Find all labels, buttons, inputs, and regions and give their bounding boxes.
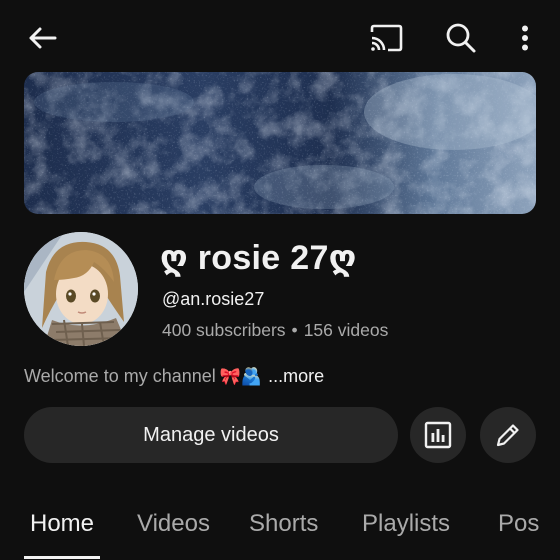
channel-name: ღ rosie 27ღ	[160, 239, 357, 277]
search-icon	[446, 23, 476, 53]
channel-tabs: Home Videos Shorts Playlists Pos	[0, 500, 560, 560]
search-button[interactable]	[440, 17, 482, 59]
cast-button[interactable]	[364, 18, 408, 58]
tab-videos[interactable]: Videos	[137, 510, 210, 538]
more-link[interactable]: ...more	[268, 366, 324, 386]
back-button[interactable]	[22, 18, 62, 58]
channel-avatar[interactable]	[24, 232, 138, 346]
bar-chart-icon	[424, 421, 452, 449]
banner-image	[24, 72, 536, 214]
description-text: Welcome to my channel	[24, 366, 216, 386]
description-emoji: 🎀🫂	[219, 367, 263, 386]
analytics-button[interactable]	[410, 407, 466, 463]
cast-icon	[370, 24, 403, 52]
tab-playlists[interactable]: Playlists	[362, 510, 450, 538]
stats-separator: •	[291, 320, 298, 340]
channel-handle: @an.rosie27	[162, 289, 265, 309]
more-options-button[interactable]	[510, 18, 540, 58]
manage-videos-button[interactable]: Manage videos	[24, 407, 398, 463]
arrow-left-icon	[29, 27, 57, 49]
tab-shorts[interactable]: Shorts	[249, 510, 318, 538]
tab-home[interactable]: Home	[30, 510, 94, 538]
top-app-bar	[0, 0, 560, 72]
subscriber-count: 400 subscribers	[162, 320, 286, 340]
channel-stats: 400 subscribers • 156 videos	[162, 320, 388, 341]
pencil-icon	[496, 424, 519, 447]
video-count: 156 videos	[303, 320, 389, 340]
avatar-image	[24, 232, 138, 346]
channel-description[interactable]: Welcome to my channel 🎀🫂 ...more	[24, 366, 324, 387]
more-vertical-icon	[522, 25, 528, 51]
channel-page: ღ rosie 27ღ @an.rosie27 400 subscribers •…	[0, 0, 560, 560]
active-tab-indicator	[24, 556, 100, 559]
tab-posts[interactable]: Pos	[498, 510, 539, 538]
channel-banner[interactable]	[24, 72, 536, 214]
edit-channel-button[interactable]	[480, 407, 536, 463]
